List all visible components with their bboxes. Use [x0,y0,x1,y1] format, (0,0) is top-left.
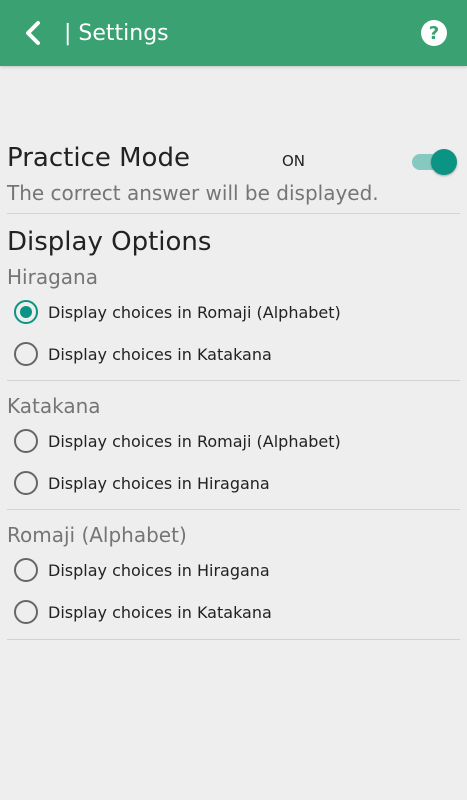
radio-button[interactable] [14,429,38,453]
back-button[interactable] [18,18,48,48]
option-hiragana-romaji[interactable]: Display choices in Romaji (Alphabet) [14,297,434,327]
practice-mode-state: ON [282,152,306,170]
option-label: Display choices in Hiragana [48,560,270,580]
divider [7,213,460,214]
option-katakana-hiragana[interactable]: Display choices in Hiragana [14,468,434,498]
divider [7,639,460,640]
group-title-hiragana: Hiragana [7,265,98,289]
toggle-thumb [431,149,457,175]
option-label: Display choices in Hiragana [48,473,270,493]
option-label: Display choices in Romaji (Alphabet) [48,431,341,451]
divider [7,380,460,381]
radio-button[interactable] [14,342,38,366]
option-katakana-romaji[interactable]: Display choices in Romaji (Alphabet) [14,426,434,456]
display-options-title: Display Options [7,227,212,257]
option-romaji-hiragana[interactable]: Display choices in Hiragana [14,555,434,585]
group-title-romaji: Romaji (Alphabet) [7,523,187,547]
divider [7,509,460,510]
chevron-left-icon [26,21,40,45]
practice-mode-title: Practice Mode [7,143,190,173]
radio-button[interactable] [14,300,38,324]
practice-mode-description: The correct answer will be displayed. [7,181,379,205]
option-romaji-katakana[interactable]: Display choices in Katakana [14,597,434,627]
group-title-katakana: Katakana [7,394,101,418]
option-label: Display choices in Katakana [48,602,272,622]
radio-button[interactable] [14,558,38,582]
help-circle-icon: ? [428,22,440,44]
option-label: Display choices in Katakana [48,344,272,364]
option-hiragana-katakana[interactable]: Display choices in Katakana [14,339,434,369]
app-bar: | Settings ? [0,0,467,66]
help-button[interactable]: ? [421,20,447,46]
option-label: Display choices in Romaji (Alphabet) [48,302,341,322]
practice-mode-toggle[interactable] [410,147,458,175]
radio-button[interactable] [14,600,38,624]
page-title: | Settings [64,21,169,46]
radio-button[interactable] [14,471,38,495]
